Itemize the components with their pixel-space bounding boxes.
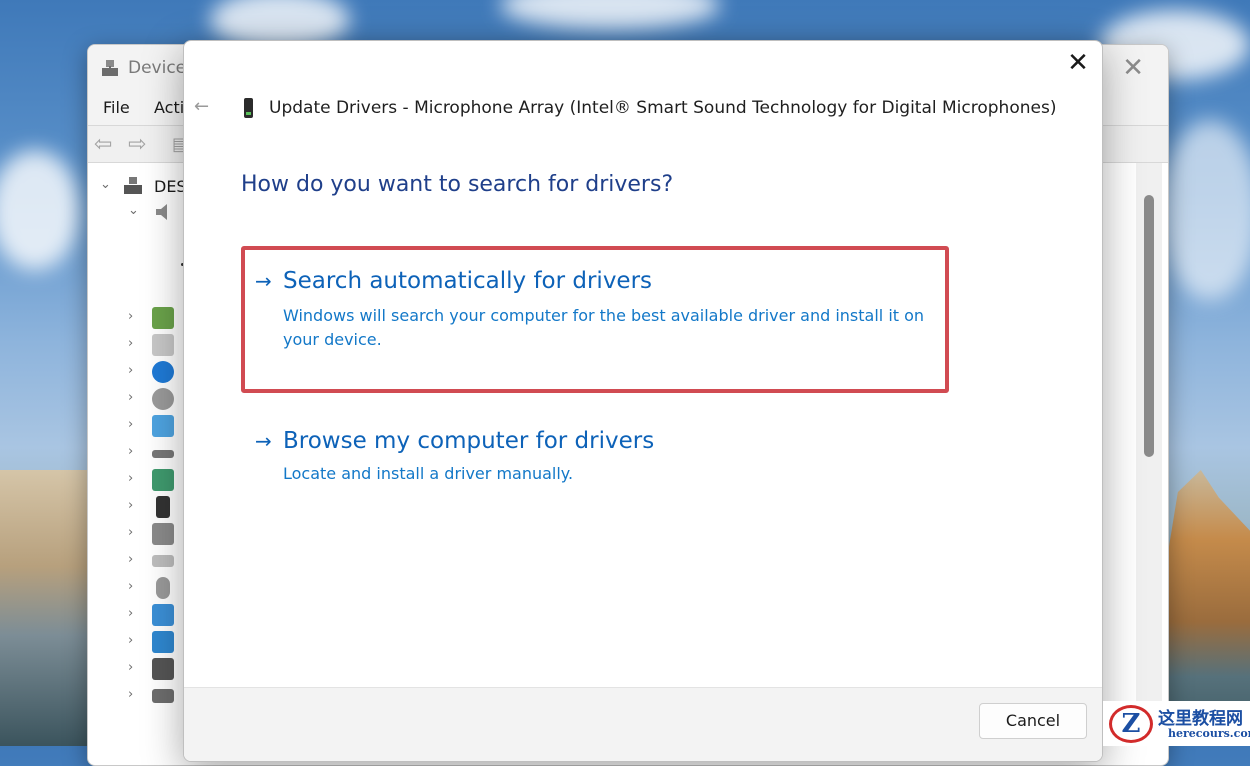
microphone-device-icon bbox=[244, 98, 253, 118]
computer-icon bbox=[124, 177, 142, 194]
hid-icon bbox=[152, 523, 174, 545]
watermark-site-text: herecours.com bbox=[1168, 727, 1250, 740]
browse-my-computer-option[interactable]: → Browse my computer for drivers Locate … bbox=[241, 425, 949, 495]
device-manager-scrollbar-thumb[interactable] bbox=[1144, 195, 1154, 457]
search-question-heading: How do you want to search for drivers? bbox=[241, 172, 674, 197]
bluetooth-icon bbox=[152, 361, 174, 383]
tree-category-row[interactable]: › bbox=[128, 496, 188, 518]
browse-my-computer-heading[interactable]: Browse my computer for drivers bbox=[283, 428, 654, 454]
tree-root-row[interactable]: ⌄ DES bbox=[100, 175, 190, 197]
tree-category-row[interactable]: › bbox=[128, 523, 188, 545]
menu-action[interactable]: Acti bbox=[154, 98, 184, 117]
wallpaper-cloud bbox=[0, 150, 80, 270]
camera-icon bbox=[152, 388, 174, 410]
chevron-right-icon[interactable]: › bbox=[128, 309, 133, 324]
chevron-right-icon[interactable]: › bbox=[128, 606, 133, 621]
site-watermark: Z 这里教程网 herecours.com bbox=[1103, 701, 1250, 746]
toolbar-forward-icon[interactable]: ⇨ bbox=[128, 132, 146, 157]
chevron-right-icon[interactable]: › bbox=[128, 417, 133, 432]
tree-category-row[interactable]: › bbox=[128, 469, 188, 491]
chevron-right-icon[interactable]: › bbox=[128, 579, 133, 594]
watermark-chinese-text: 这里教程网 bbox=[1158, 709, 1243, 729]
speaker-icon bbox=[156, 204, 167, 220]
battery-icon bbox=[152, 307, 174, 329]
monitor-icon bbox=[152, 415, 174, 437]
wallpaper-cliff-left bbox=[0, 470, 95, 746]
device-manager-icon bbox=[102, 60, 118, 76]
chevron-right-icon[interactable]: › bbox=[128, 687, 133, 702]
firmware-chip-icon bbox=[156, 496, 170, 518]
search-automatically-description-line2: your device. bbox=[283, 330, 382, 349]
arrow-right-icon: → bbox=[255, 269, 272, 293]
monitors-icon bbox=[152, 604, 174, 626]
display-adapter-icon bbox=[152, 469, 174, 491]
tree-category-row[interactable]: › bbox=[128, 442, 188, 464]
other-devices-icon bbox=[152, 658, 174, 680]
tree-category-row[interactable]: › bbox=[128, 361, 188, 383]
tree-category-row[interactable]: › bbox=[128, 550, 188, 572]
keyboard-icon bbox=[152, 555, 174, 567]
tree-category-row[interactable]: › bbox=[128, 685, 188, 707]
chevron-right-icon[interactable]: › bbox=[128, 660, 133, 675]
tree-audio-row[interactable]: ⌄ bbox=[128, 201, 188, 223]
chevron-right-icon[interactable]: › bbox=[128, 633, 133, 648]
search-automatically-description-line1: Windows will search your computer for th… bbox=[283, 306, 925, 325]
chevron-down-icon[interactable]: ⌄ bbox=[128, 203, 139, 218]
tree-category-row[interactable]: › bbox=[128, 388, 188, 410]
search-automatically-heading[interactable]: Search automatically for drivers bbox=[283, 268, 652, 294]
dialog-footer: Cancel bbox=[184, 687, 1102, 761]
chevron-down-icon[interactable]: ⌄ bbox=[100, 177, 111, 192]
dialog-title: Update Drivers - Microphone Array (Intel… bbox=[269, 98, 1057, 118]
tree-category-row[interactable]: › bbox=[128, 577, 188, 599]
device-manager-title: Device bbox=[128, 58, 187, 78]
tree-category-row[interactable]: › bbox=[128, 334, 188, 356]
watermark-logo: Z bbox=[1109, 705, 1153, 743]
tree-root-label: DES bbox=[154, 177, 187, 196]
chevron-right-icon[interactable]: › bbox=[128, 444, 133, 459]
toolbar-back-icon[interactable]: ⇦ bbox=[94, 132, 112, 157]
browse-my-computer-description: Locate and install a driver manually. bbox=[283, 464, 574, 483]
tree-category-row[interactable]: › bbox=[128, 631, 188, 653]
chevron-right-icon[interactable]: › bbox=[128, 336, 133, 351]
chevron-right-icon[interactable]: › bbox=[128, 471, 133, 486]
chevron-right-icon[interactable]: › bbox=[128, 552, 133, 567]
disk-drive-icon bbox=[152, 450, 174, 458]
tree-category-row[interactable]: › bbox=[128, 307, 188, 329]
search-automatically-option[interactable]: → Search automatically for drivers Windo… bbox=[241, 246, 949, 393]
network-adapter-icon bbox=[152, 631, 174, 653]
chevron-right-icon[interactable]: › bbox=[128, 390, 133, 405]
dialog-close-icon[interactable]: ✕ bbox=[1064, 49, 1092, 77]
device-manager-close-icon[interactable]: ✕ bbox=[1122, 53, 1144, 83]
update-drivers-dialog[interactable]: ✕ ← Update Drivers - Microphone Array (I… bbox=[183, 40, 1103, 762]
wallpaper-cloud bbox=[1160, 120, 1250, 300]
chevron-right-icon[interactable]: › bbox=[128, 363, 133, 378]
printer-icon bbox=[152, 689, 174, 703]
back-arrow-icon[interactable]: ← bbox=[194, 96, 209, 117]
tree-category-row[interactable]: › bbox=[128, 658, 188, 680]
chevron-right-icon[interactable]: › bbox=[128, 498, 133, 513]
menu-file[interactable]: File bbox=[103, 98, 130, 117]
chevron-right-icon[interactable]: › bbox=[128, 525, 133, 540]
cancel-button[interactable]: Cancel bbox=[979, 703, 1087, 739]
tree-category-row[interactable]: › bbox=[128, 604, 188, 626]
fingerprint-icon bbox=[152, 334, 174, 356]
arrow-right-icon: → bbox=[255, 429, 272, 453]
wallpaper-cloud bbox=[500, 0, 720, 30]
tree-category-row[interactable]: › bbox=[128, 415, 188, 437]
mouse-icon bbox=[156, 577, 170, 599]
